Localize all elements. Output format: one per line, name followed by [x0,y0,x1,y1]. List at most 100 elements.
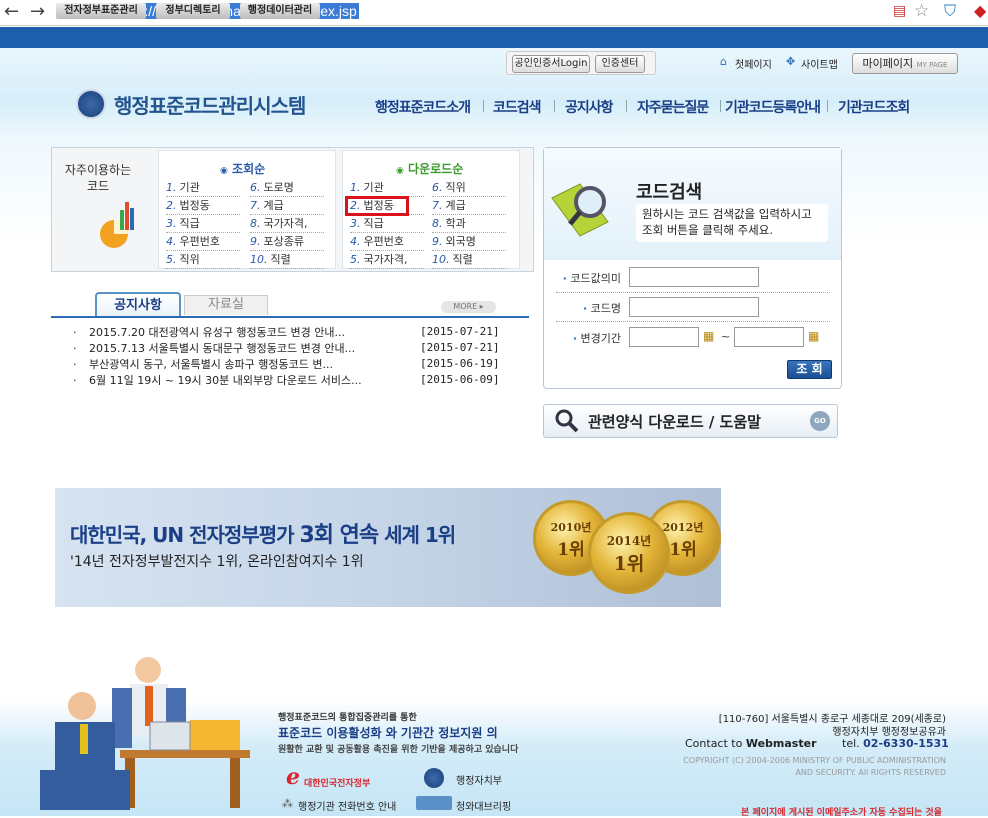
label-code-name: · 코드명 [582,302,621,315]
gnb-faq[interactable]: 자주묻는질문 [637,97,709,117]
code-name: 기관 [363,181,384,194]
tel-label: tel. [842,737,860,750]
code-name: 직위 [445,181,466,194]
rank-number: 6. [432,181,443,194]
rank-number: 6. [250,181,261,194]
tab-notice[interactable]: 공지사항 [95,292,181,318]
code-link[interactable]: 7. 계급 [250,198,324,215]
tab-archive[interactable]: 자료실 [184,295,268,315]
office-workers-illustration [40,657,250,810]
code-name: 직급 [179,217,200,230]
rank-number: 8. [432,217,443,230]
code-link[interactable]: 5. 직위 [166,252,240,269]
label-code-name-text: 코드명 [590,302,621,315]
rank-number: 7. [432,199,443,212]
webmaster-link[interactable]: Webmaster [746,737,817,750]
code-link[interactable]: 7. 계급 [432,198,506,215]
sitemap-icon: ✥ [786,55,796,68]
mypage-button[interactable]: 마이페이지 MY PAGE [852,53,958,74]
code-link[interactable]: 10. 직렬 [250,252,324,269]
ministry-logo-text: 행정자치부 [456,776,502,787]
code-link[interactable]: 5. 국가자격, [350,252,424,269]
code-name-input[interactable] [629,297,759,317]
gov-phone-directory-link[interactable]: 행정기관 전화번호 안내 [298,798,396,813]
code-name: 학과 [445,217,466,230]
code-link[interactable]: 8. 학과 [432,216,506,233]
gnb-divider [554,100,555,112]
code-name: 직렬 [270,253,291,266]
banner-headline: 대한민국, UN 전자정부평가 3회 연속 세계 1위 [70,517,456,549]
calendar-icon[interactable]: ▦ [703,329,714,343]
star-icon[interactable]: ☆ [914,1,929,21]
notice-title-link[interactable]: 6월 11일 19시 ~ 19시 30분 내외부망 다운로드 서비스... [89,373,362,389]
code-name: 우편번호 [363,235,404,248]
notice-title-link[interactable]: 부산광역시 동구, 서울특별시 송파구 행정동코드 변... [89,357,333,373]
code-link[interactable]: 9. 외국명 [432,234,506,251]
download-help-text: 관련양식 다운로드 / 도움말 [588,413,761,431]
footer-org: 행정자치부 행정정보공유과 [832,727,946,738]
code-link[interactable]: 3. 직급 [166,216,240,233]
code-name: 국가자격, [363,253,408,266]
period-start-input[interactable] [629,327,699,347]
mypage-label: 마이페이지 [862,57,914,70]
code-name: 기관 [179,181,200,194]
gnb-intro[interactable]: 행정표준코드소개 [375,97,471,117]
code-link[interactable]: 2. 법정동 [166,198,240,215]
code-link[interactable]: 9. 포상종류 [250,234,324,251]
code-link[interactable]: 1. 기관 [350,180,424,197]
back-button[interactable]: ← [4,1,19,23]
top-tab-admin-data[interactable]: 행정데이터관리 [240,3,320,19]
code-link[interactable]: 4. 우편번호 [350,234,424,251]
gnb-notice[interactable]: 공지사항 [565,97,614,117]
search-icon [555,409,579,433]
site-title[interactable]: 행정표준코드관리시스템 [114,90,306,119]
gnb-code-search[interactable]: 코드검색 [493,97,542,117]
top-gov-strip [0,27,988,48]
top-tab-egov-standard[interactable]: 전자정부표준관리 [56,3,146,19]
shield-icon[interactable]: ⛉ [944,1,956,21]
rank-number: 2. [166,199,177,212]
gnb-divider [720,100,721,112]
url-text: https://code.mogaha.go.kr/jsp/index.jsp [112,3,359,19]
magnifier-folder-icon [551,183,609,237]
rank-number: 8. [250,217,261,230]
more-button[interactable]: MORE ▸ [441,301,496,313]
code-link[interactable]: 6. 도로명 [250,180,324,197]
email-collection-notice: 본 페이지에 게시된 이메일주소가 자동 수집되는 것을 [741,808,942,818]
extension-icon[interactable]: ◆ [974,1,986,20]
footer-tagline-3: 원활한 교환 및 공동활용 촉진을 위한 기반을 제공하고 있습니다 [278,745,519,755]
forward-button[interactable]: → [30,1,45,23]
code-name: 도로명 [263,181,294,194]
calendar-icon[interactable]: ▦ [808,329,819,343]
bluehouse-briefing-link[interactable]: 청와대브리핑 [456,798,511,813]
cert-center-button[interactable]: 인증센터 [595,55,645,73]
notice-title-link[interactable]: 2015.7.13 서울특별시 동대문구 행정동코드 변경 안내... [89,341,355,357]
code-link[interactable]: 4. 우편번호 [166,234,240,251]
code-link[interactable]: 6. 직위 [432,180,506,197]
notice-title-link[interactable]: 2015.7.20 대전광역시 유성구 행정동코드 변경 안내... [89,325,345,341]
page-icon[interactable]: ▤ [893,3,906,19]
cert-login-button[interactable]: 공인인증서Login [512,55,590,73]
search-button[interactable]: 조 회 [787,360,832,379]
chart-icon [100,202,134,248]
go-icon: GO [810,411,830,431]
medal-2014: 2014년 1위 [588,512,670,594]
period-end-input[interactable] [734,327,804,347]
rank-number: 4. [166,235,177,248]
gnb-org-code-lookup[interactable]: 기관코드조회 [838,97,910,117]
gnb-divider [626,100,627,112]
code-meaning-input[interactable] [629,267,759,287]
bullet: · [73,374,77,387]
footer-tel: tel. 02-6330-1531 [842,737,949,750]
divider [556,292,830,293]
footer-tagline-2: 표준코드 이용활성화 와 기관간 정보지원 의 [278,726,498,740]
top-tab-gov-directory[interactable]: 정부디렉토리 [156,3,230,19]
code-link[interactable]: 10. 직렬 [432,252,506,269]
rank-number: 10. [250,253,268,266]
gnb-org-code-register[interactable]: 기관코드등록안내 [725,97,821,117]
first-page-link[interactable]: 첫페이지 [735,56,772,71]
sitemap-link[interactable]: 사이트맵 [801,56,838,71]
code-link[interactable]: 8. 국가자격, [250,216,324,233]
code-link[interactable]: 3. 직급 [350,216,424,233]
code-link[interactable]: 1. 기관 [166,180,240,197]
